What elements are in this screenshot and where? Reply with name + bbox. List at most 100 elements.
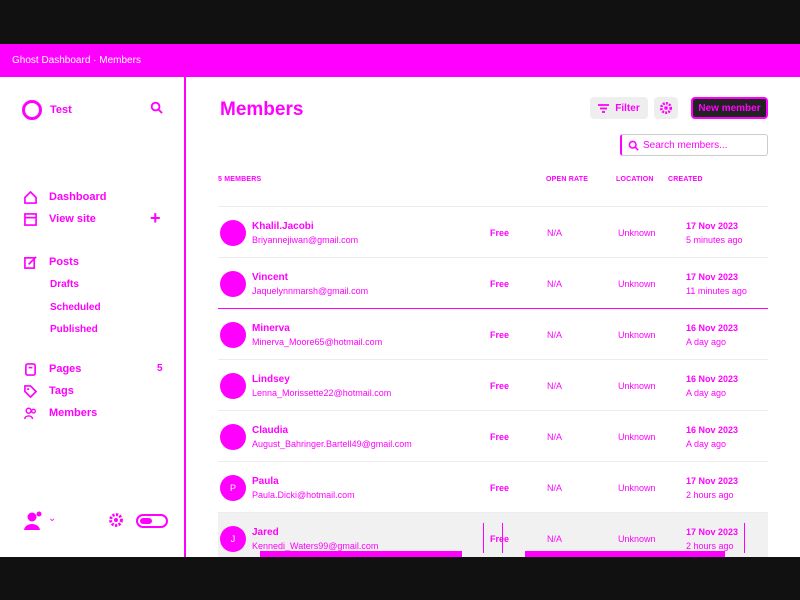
member-status: Free [490,534,510,544]
add-post-icon[interactable]: + [150,209,161,227]
avatar [220,373,246,399]
created-ago: A day ago [686,388,727,398]
location-value: Unknown [618,534,656,544]
avatar: P [220,475,246,501]
user-avatar-icon[interactable] [24,511,42,531]
sidebar-item-pages[interactable]: Pages [24,361,81,377]
table-row[interactable]: Vincent Jaquelynnmarsh@gmail.com Free N/A Un… [218,257,768,308]
site-logo-icon [22,100,42,120]
member-email: Jaquelynnmarsh@gmail.com [252,286,369,296]
divider [483,523,484,553]
avatar [220,220,246,246]
sidebar-item-view-site[interactable]: View site [24,211,96,227]
member-email: Kennedi_Waters99@gmail.com [252,541,379,551]
top-banner: Ghost Dashboard · Members [0,44,800,77]
table-row[interactable]: Claudia August_Bahringer.Bartell49@gmail.… [218,410,768,461]
created-ago: 2 hours ago [686,541,734,551]
table-row[interactable]: Khalil.Jacobi Briyannejiwan@gmail.com Free… [218,206,768,257]
sidebar-item-dashboard[interactable]: Dashboard [24,189,106,205]
page-icon [25,362,36,376]
member-status: Free [490,228,510,238]
member-email: Briyannejiwan@gmail.com [252,235,359,245]
column-header-created[interactable]: CREATED [668,176,703,183]
member-name: Minerva [252,323,290,334]
created-date: 16 Nov 2023 [686,425,739,435]
home-icon [24,190,37,204]
member-status: Free [490,330,510,340]
member-name: Vincent [252,272,288,283]
avatar: J [220,526,246,552]
search-icon [628,140,639,151]
site-name: Test [50,104,72,116]
open-rate-value: N/A [547,279,563,289]
created-ago: 5 minutes ago [686,235,743,245]
edit-icon [24,255,37,269]
sidebar-item-published[interactable]: Published [50,324,98,338]
location-value: Unknown [618,279,656,289]
open-rate-value: N/A [547,381,563,391]
location-value: Unknown [618,483,656,493]
search-icon[interactable] [150,101,163,119]
sidebar-item-label: View site [49,213,96,225]
column-header-members[interactable]: 5 MEMBERS [218,176,261,183]
sidebar-footer: ⌄ [0,509,186,535]
search-members[interactable] [620,134,768,156]
created-date: 17 Nov 2023 [686,476,739,486]
column-header-open-rate[interactable]: OPEN RATE [546,176,588,183]
member-status: Free [490,432,510,442]
site-switcher[interactable]: Test [22,100,72,120]
chevron-down-icon[interactable]: ⌄ [48,513,56,524]
open-rate-value: N/A [547,483,563,493]
member-status: Free [490,483,510,493]
location-value: Unknown [618,432,656,442]
member-name: Khalil.Jacobi [252,221,314,232]
divider [744,523,745,553]
sidebar-item-drafts[interactable]: Drafts [50,279,79,293]
filter-label: Filter [615,102,640,114]
sidebar-item-label: Pages [49,363,82,375]
scroll-indicator [260,551,462,557]
member-name: Jared [252,527,279,538]
sidebar-item-label: Tags [49,385,74,397]
avatar [220,322,246,348]
member-status: Free [490,279,510,289]
filter-button[interactable]: Filter [590,97,648,119]
member-name: Claudia [252,425,289,436]
member-email: Minerva_Moore65@hotmail.com [252,337,383,347]
table-row[interactable]: Lindsey Lenna_Morissette22@hotmail.com Fre… [218,359,768,410]
open-rate-value: N/A [547,432,563,442]
table-row[interactable]: Minerva Minerva_Moore65@hotmail.com Free N/… [218,308,768,359]
search-input[interactable] [643,139,763,151]
member-email: Lenna_Morissette22@hotmail.com [252,388,392,398]
sidebar-item-tags[interactable]: Tags [24,383,74,399]
gear-icon [659,101,673,115]
table-row[interactable]: P Paula Paula.Dicki@hotmail.com Free N/A Unkn… [218,461,768,512]
sidebar-item-label: Dashboard [49,191,107,203]
member-name: Lindsey [252,374,290,385]
member-email: August_Bahringer.Bartell49@gmail.com [252,439,412,449]
dark-mode-toggle[interactable] [136,514,168,528]
settings-gear-icon[interactable] [108,512,124,533]
tag-icon [24,384,37,398]
open-rate-value: N/A [547,228,563,238]
sidebar-item-scheduled[interactable]: Scheduled [50,302,101,316]
column-header-location[interactable]: LOCATION [616,176,654,183]
member-email: Paula.Dicki@hotmail.com [252,490,355,500]
sidebar-item-label: Posts [49,256,79,268]
scroll-indicator [525,551,725,557]
sidebar-item-members[interactable]: Members [24,405,97,421]
created-ago: A day ago [686,439,727,449]
members-actions-button[interactable] [654,97,678,119]
created-date: 17 Nov 2023 [686,221,739,231]
divider [502,523,503,553]
created-date: 17 Nov 2023 [686,527,739,537]
created-date: 16 Nov 2023 [686,374,739,384]
members-count-badge: 5 [157,363,163,374]
location-value: Unknown [618,381,656,391]
sidebar-item-posts[interactable]: Posts [24,254,79,270]
member-status: Free [490,381,510,391]
sidebar-item-label: Members [49,407,98,419]
location-value: Unknown [618,330,656,340]
new-member-button[interactable]: New member [691,97,768,119]
avatar [220,424,246,450]
